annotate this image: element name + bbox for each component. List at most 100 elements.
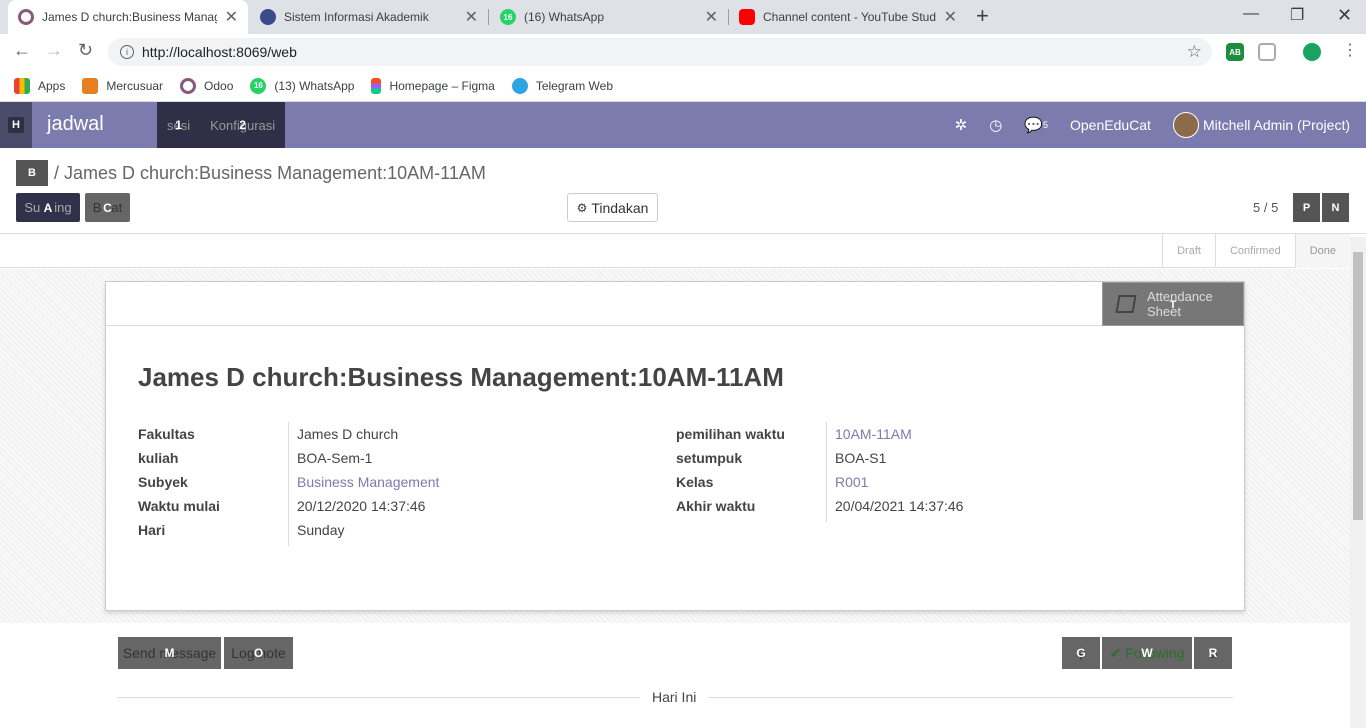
bookmarks-bar: Apps Mercusuar Odoo 16 (13) WhatsApp Hom… xyxy=(0,70,1366,102)
messages-button[interactable]: 💬 5 xyxy=(1024,116,1048,134)
shortcut-hint: N xyxy=(1331,201,1340,214)
info-icon[interactable]: i xyxy=(120,45,134,59)
tab-whatsapp[interactable]: 16 (16) WhatsApp ✕ xyxy=(490,0,728,34)
field-label: Subyek xyxy=(138,474,188,490)
left-field-group: Fakultas James D church kuliah BOA-Sem-1… xyxy=(138,422,439,542)
field-label: Hari xyxy=(138,522,166,538)
company-switcher[interactable]: OpenEduCat xyxy=(1070,117,1151,133)
bookmark-mercusuar[interactable]: Mercusuar xyxy=(82,77,163,94)
field-link[interactable]: R001 xyxy=(835,474,868,490)
extension-icon[interactable] xyxy=(1258,43,1276,61)
discard-label-part: at xyxy=(111,200,123,215)
app-navbar: H jadwal sesi 1 Konfigurasi 2 ✲ ◷ 💬 5 Op… xyxy=(0,102,1366,148)
discard-button[interactable]: Bat C xyxy=(85,193,130,222)
shortcut-hint: B xyxy=(28,167,36,179)
bookmark-figma[interactable]: Homepage – Figma xyxy=(371,77,495,94)
control-panel: B / James D church:Business Management:1… xyxy=(0,148,1366,234)
bookmark-label: Odoo xyxy=(204,78,234,93)
shortcut-hint: A xyxy=(43,200,53,215)
attachment-button[interactable]: ⚲ G xyxy=(1062,637,1100,669)
back-icon[interactable]: ← xyxy=(13,40,31,61)
close-icon[interactable]: ✕ xyxy=(705,7,718,27)
address-toolbar: ← → ↻ i http://localhost:8069/web ☆ AB ⋮ xyxy=(0,34,1366,70)
restore-icon[interactable]: ❐ xyxy=(1290,5,1304,25)
close-icon[interactable]: ✕ xyxy=(465,7,478,27)
bookmark-apps[interactable]: Apps xyxy=(14,77,66,94)
home-menu-button[interactable]: H xyxy=(0,102,32,148)
shortcut-hint: M xyxy=(164,646,175,660)
send-message-button[interactable]: Send message M xyxy=(118,637,221,669)
stage-done[interactable]: Done xyxy=(1294,234,1350,268)
user-menu[interactable]: Mitchell Admin (Project) xyxy=(1172,112,1350,138)
tab-youtube[interactable]: Channel content - YouTube Studi ✕ xyxy=(729,0,967,34)
shortcut-hint: 2 xyxy=(239,118,246,132)
log-note-button[interactable]: Log note O xyxy=(224,637,293,669)
menu-konfigurasi[interactable]: Konfigurasi 2 xyxy=(200,118,285,133)
stage-draft[interactable]: Draft xyxy=(1162,234,1215,268)
pager-previous-button[interactable]: P xyxy=(1293,193,1320,222)
tab-title: (16) WhatsApp xyxy=(524,10,605,24)
bookmark-star-icon[interactable]: ☆ xyxy=(1187,42,1202,62)
field-label: Fakultas xyxy=(138,426,195,442)
action-dropdown[interactable]: ⚙ Tindakan xyxy=(567,193,658,222)
shortcut-hint: H xyxy=(8,117,24,133)
pager-next-button[interactable]: N xyxy=(1322,193,1349,222)
app-menus: sesi 1 Konfigurasi 2 xyxy=(157,102,285,148)
gear-icon: ⚙ xyxy=(576,200,588,215)
attendance-sheet-button[interactable]: Attendance Sheet T xyxy=(1102,282,1244,326)
save-label-part: ing xyxy=(54,200,72,215)
field-row: Hari Sunday xyxy=(138,518,439,542)
tab-sistem[interactable]: Sistem Informasi Akademik ✕ xyxy=(250,0,488,34)
minimize-icon[interactable]: — xyxy=(1243,5,1259,23)
pager-value[interactable]: 5 / 5 xyxy=(1253,200,1278,215)
bookmark-label: Telegram Web xyxy=(535,78,613,93)
window-close-icon[interactable]: ✕ xyxy=(1337,5,1352,26)
shortcut-hint: R xyxy=(1208,646,1218,660)
menu-sesi[interactable]: sesi 1 xyxy=(157,118,200,133)
field-value: BOA-S1 xyxy=(835,450,887,466)
field-label: kuliah xyxy=(138,450,179,466)
menu-dots-icon[interactable]: ⋮ xyxy=(1342,40,1358,60)
close-icon[interactable]: ✕ xyxy=(225,7,238,27)
shield-check-icon[interactable] xyxy=(1303,43,1321,61)
action-label: Tindakan xyxy=(591,199,649,216)
mercusuar-icon xyxy=(82,77,99,94)
shortcut-hint: O xyxy=(253,646,264,660)
close-icon[interactable]: ✕ xyxy=(944,7,957,27)
scrollbar-thumb[interactable] xyxy=(1353,252,1363,520)
field-label: Kelas xyxy=(676,474,714,490)
breadcrumb-parent[interactable]: B xyxy=(16,160,48,186)
field-label: Akhir waktu xyxy=(676,498,756,514)
app-title[interactable]: jadwal xyxy=(47,113,104,136)
bookmark-telegram[interactable]: Telegram Web xyxy=(511,77,613,94)
url-bar[interactable]: i http://localhost:8069/web ☆ xyxy=(108,38,1212,66)
field-value: 20/12/2020 14:37:46 xyxy=(297,498,426,514)
followers-button[interactable]: ☺ R xyxy=(1194,637,1232,669)
stage-confirmed[interactable]: Confirmed xyxy=(1214,234,1295,268)
bug-icon[interactable]: ✲ xyxy=(955,116,968,134)
bookmark-label: Homepage – Figma xyxy=(389,78,495,93)
avatar xyxy=(1172,112,1199,138)
tab-active[interactable]: James D church:Business Manage ✕ xyxy=(8,0,248,34)
messages-count: 5 xyxy=(1042,120,1048,130)
clock-icon[interactable]: ◷ xyxy=(989,116,1002,134)
shortcut-hint: C xyxy=(103,200,112,215)
bookmark-whatsapp[interactable]: 16 (13) WhatsApp xyxy=(250,77,354,94)
field-row: pemilihan waktu 10AM-11AM xyxy=(676,422,963,446)
breadcrumb-current: / James D church:Business Management:10A… xyxy=(54,162,486,183)
following-button[interactable]: ✔ Following W xyxy=(1102,637,1192,669)
button-box: Attendance Sheet T xyxy=(106,282,1244,326)
field-link[interactable]: 10AM-11AM xyxy=(835,426,912,442)
bookmark-label: Apps xyxy=(38,78,66,93)
field-value: Sunday xyxy=(297,522,345,538)
field-link[interactable]: Business Management xyxy=(297,474,439,490)
adblock-icon[interactable]: AB xyxy=(1226,43,1244,61)
new-tab-button[interactable]: + xyxy=(976,5,989,27)
reload-icon[interactable]: ↻ xyxy=(78,40,93,61)
bookmark-odoo[interactable]: Odoo xyxy=(180,77,234,94)
field-label: pemilihan waktu xyxy=(676,426,785,442)
forward-icon[interactable]: → xyxy=(45,40,63,61)
odoo-icon xyxy=(18,9,34,25)
save-button[interactable]: Su ing A xyxy=(16,193,80,222)
youtube-icon xyxy=(739,9,755,25)
